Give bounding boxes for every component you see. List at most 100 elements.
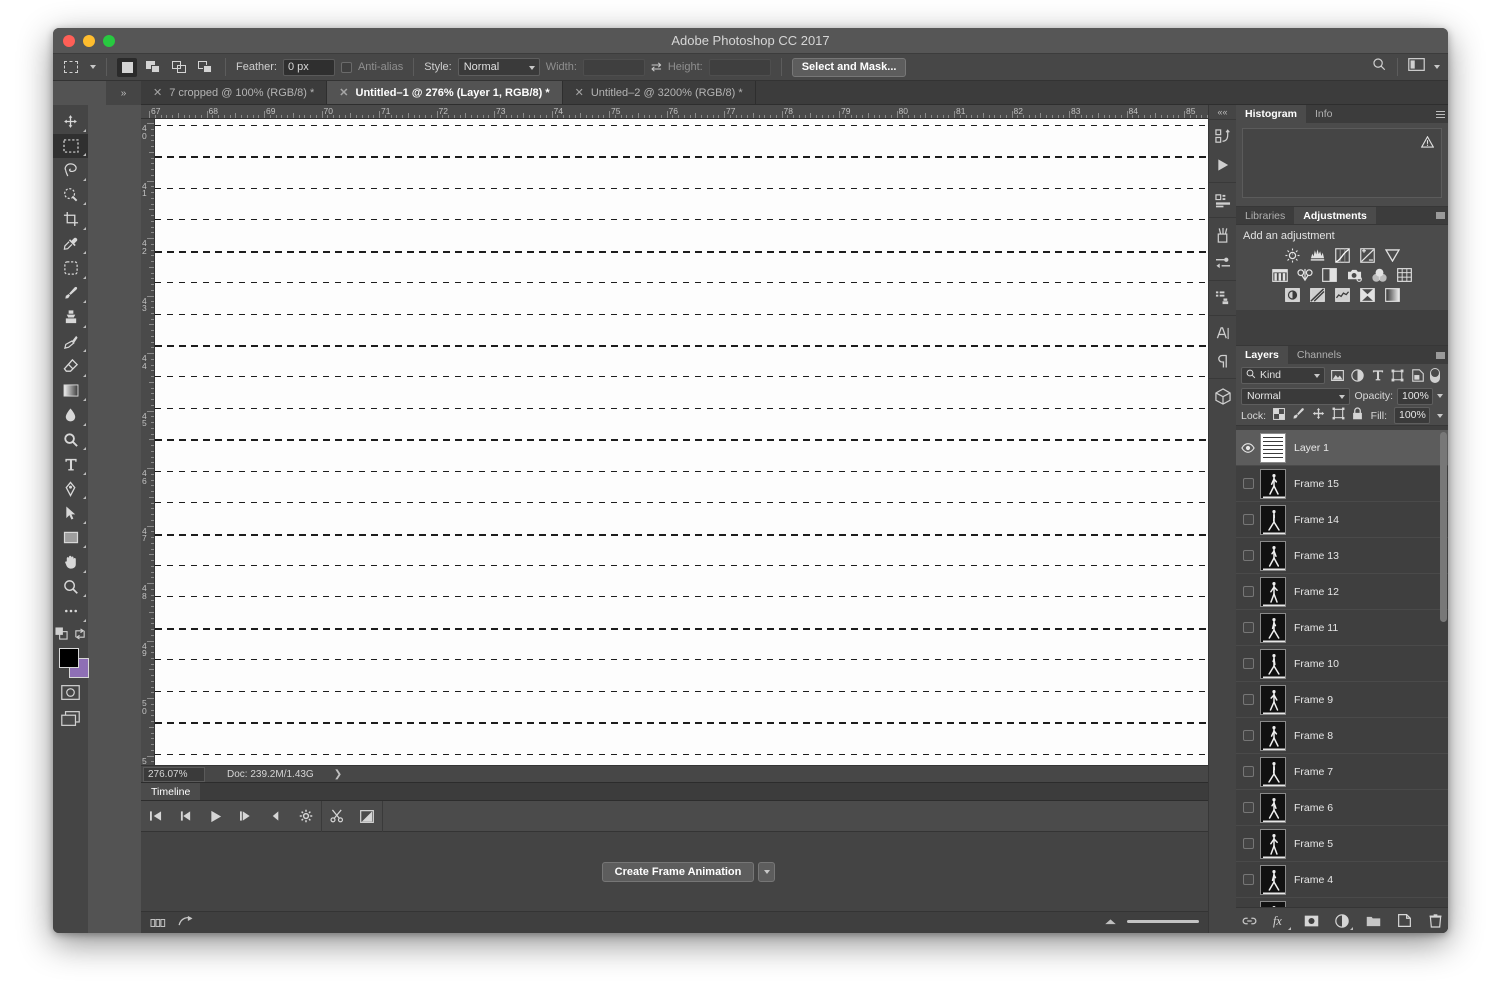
convert-to-frame-animation-icon[interactable] <box>150 914 166 932</box>
tab-layers[interactable]: Layers <box>1236 346 1288 364</box>
layer-thumbnail[interactable] <box>1260 540 1286 571</box>
tab-histogram[interactable]: Histogram <box>1236 105 1306 123</box>
filter-adjustment-icon[interactable] <box>1350 368 1365 383</box>
tab-timeline[interactable]: Timeline <box>141 783 201 800</box>
vibrance-icon[interactable] <box>1384 247 1400 263</box>
add-layer-mask-icon[interactable] <box>1303 912 1320 929</box>
exposure-icon[interactable] <box>1359 247 1375 263</box>
layer-thumbnail[interactable] <box>1260 648 1286 679</box>
path-selection-tool[interactable] <box>53 501 88 526</box>
layer-visibility-eye-icon[interactable] <box>1236 442 1260 453</box>
filter-pixel-icon[interactable] <box>1330 368 1345 383</box>
table-row[interactable]: Frame 6 <box>1236 790 1448 826</box>
color-balance-icon[interactable] <box>1296 267 1313 283</box>
layer-thumbnail[interactable] <box>1260 612 1286 643</box>
threshold-icon[interactable] <box>1334 287 1350 303</box>
layer-visibility-toggle[interactable] <box>1236 694 1260 705</box>
close-icon[interactable]: ✕ <box>153 86 162 99</box>
tool-preset-chevron-down-icon[interactable] <box>90 65 96 69</box>
brush-settings-icon[interactable] <box>1209 249 1236 277</box>
document-tab[interactable]: ✕ 7 cropped @ 100% (RGB/8) * <box>141 81 328 104</box>
selective-color-icon[interactable] <box>1359 287 1375 303</box>
rectangular-marquee-icon[interactable] <box>61 58 81 76</box>
patch-tool[interactable] <box>53 256 88 281</box>
filter-shape-icon[interactable] <box>1390 368 1405 383</box>
filter-type-icon[interactable] <box>1370 368 1385 383</box>
history-brush-tool[interactable] <box>53 330 88 355</box>
layer-visibility-toggle[interactable] <box>1236 622 1260 633</box>
add-to-selection-button[interactable] <box>143 58 163 77</box>
layer-thumbnail[interactable] <box>1260 684 1286 715</box>
posterize-icon[interactable] <box>1309 287 1325 303</box>
lock-all-icon[interactable] <box>1352 406 1363 425</box>
opacity-value[interactable]: 100% <box>1397 387 1433 405</box>
tab-channels[interactable]: Channels <box>1288 346 1350 364</box>
layer-visibility-toggle[interactable] <box>1236 802 1260 813</box>
select-and-mask-button[interactable]: Select and Mask... <box>791 57 907 77</box>
feather-input[interactable]: 0 px <box>282 58 335 76</box>
default-colors-icon[interactable] <box>55 626 68 645</box>
cached-data-warning-icon[interactable] <box>1420 135 1435 153</box>
edit-toolbar-tool[interactable] <box>53 599 88 624</box>
rectangular-marquee-tool[interactable] <box>53 133 88 158</box>
document-tab[interactable]: ✕ Untitled–2 @ 3200% (RGB/8) * <box>562 81 756 104</box>
zoom-tool[interactable] <box>53 575 88 600</box>
hue-saturation-icon[interactable] <box>1271 267 1288 283</box>
layer-visibility-toggle[interactable] <box>1236 730 1260 741</box>
3d-object-icon[interactable] <box>1209 382 1236 410</box>
style-select[interactable]: Normal <box>457 58 540 76</box>
go-to-first-frame-icon[interactable] <box>141 801 171 832</box>
blend-mode-select[interactable]: Normal <box>1241 387 1351 405</box>
curves-icon[interactable] <box>1334 247 1350 263</box>
clone-stamp-tool[interactable] <box>53 305 88 330</box>
panel-menu-icon[interactable] <box>1432 207 1448 224</box>
tabs-collapse-toggle[interactable]: » <box>106 81 141 105</box>
paragraph-icon[interactable] <box>1209 347 1236 375</box>
search-icon[interactable] <box>1372 57 1387 77</box>
layer-thumbnail[interactable] <box>1260 720 1286 751</box>
move-tool[interactable] <box>53 109 88 134</box>
quick-selection-tool[interactable] <box>53 183 88 208</box>
intersect-selection-button[interactable] <box>195 58 215 77</box>
3d-icon[interactable] <box>1209 186 1236 214</box>
opacity-chevron-down-icon[interactable] <box>1437 394 1443 398</box>
lock-image-pixels-icon[interactable] <box>1292 407 1305 425</box>
workspace-chevron-down-icon[interactable] <box>1434 65 1440 69</box>
type-tool[interactable] <box>53 452 88 477</box>
photo-filter-icon[interactable] <box>1347 267 1363 283</box>
invert-icon[interactable] <box>1284 287 1300 303</box>
scrollbar-thumb[interactable] <box>1440 432 1447 622</box>
transition-icon[interactable] <box>352 801 382 832</box>
new-adjustment-layer-icon[interactable] <box>1334 912 1353 930</box>
color-lookup-icon[interactable] <box>1397 267 1413 283</box>
close-icon[interactable]: ✕ <box>575 86 584 99</box>
fill-chevron-down-icon[interactable] <box>1437 413 1443 418</box>
layer-visibility-toggle[interactable] <box>1236 514 1260 525</box>
table-row[interactable]: Frame 4 <box>1236 862 1448 898</box>
render-video-icon[interactable] <box>178 914 195 932</box>
layer-visibility-toggle[interactable] <box>1236 586 1260 597</box>
panel-menu-icon[interactable] <box>1432 105 1448 123</box>
eraser-tool[interactable] <box>53 354 88 379</box>
new-selection-button[interactable] <box>117 57 137 77</box>
collapse-panels-icon[interactable]: «« <box>1209 105 1236 119</box>
quick-mask-icon[interactable] <box>53 680 88 706</box>
split-at-playhead-icon[interactable] <box>322 801 352 832</box>
layer-thumbnail[interactable] <box>1260 756 1286 787</box>
document-canvas[interactable] <box>155 119 1228 779</box>
height-input[interactable] <box>708 58 771 76</box>
workspace-switcher-icon[interactable] <box>1408 58 1425 76</box>
layers-scrollbar[interactable] <box>1440 432 1447 905</box>
foreground-color-swatch[interactable] <box>59 647 79 668</box>
layer-thumbnail[interactable] <box>1260 576 1286 607</box>
anti-alias-checkbox[interactable] <box>340 61 352 73</box>
layer-visibility-toggle[interactable] <box>1236 838 1260 849</box>
pen-tool[interactable] <box>53 477 88 502</box>
table-row[interactable]: Frame 7 <box>1236 754 1448 790</box>
status-expand-arrow-icon[interactable]: ❯ <box>334 769 342 780</box>
tab-info[interactable]: Info <box>1306 105 1342 123</box>
timeline-body[interactable]: Create Frame Animation <box>141 832 1236 911</box>
lasso-tool[interactable] <box>53 158 88 183</box>
layer-thumbnail[interactable] <box>1260 828 1286 859</box>
document-tab-active[interactable]: ✕ Untitled–1 @ 276% (Layer 1, RGB/8) * <box>327 81 563 104</box>
